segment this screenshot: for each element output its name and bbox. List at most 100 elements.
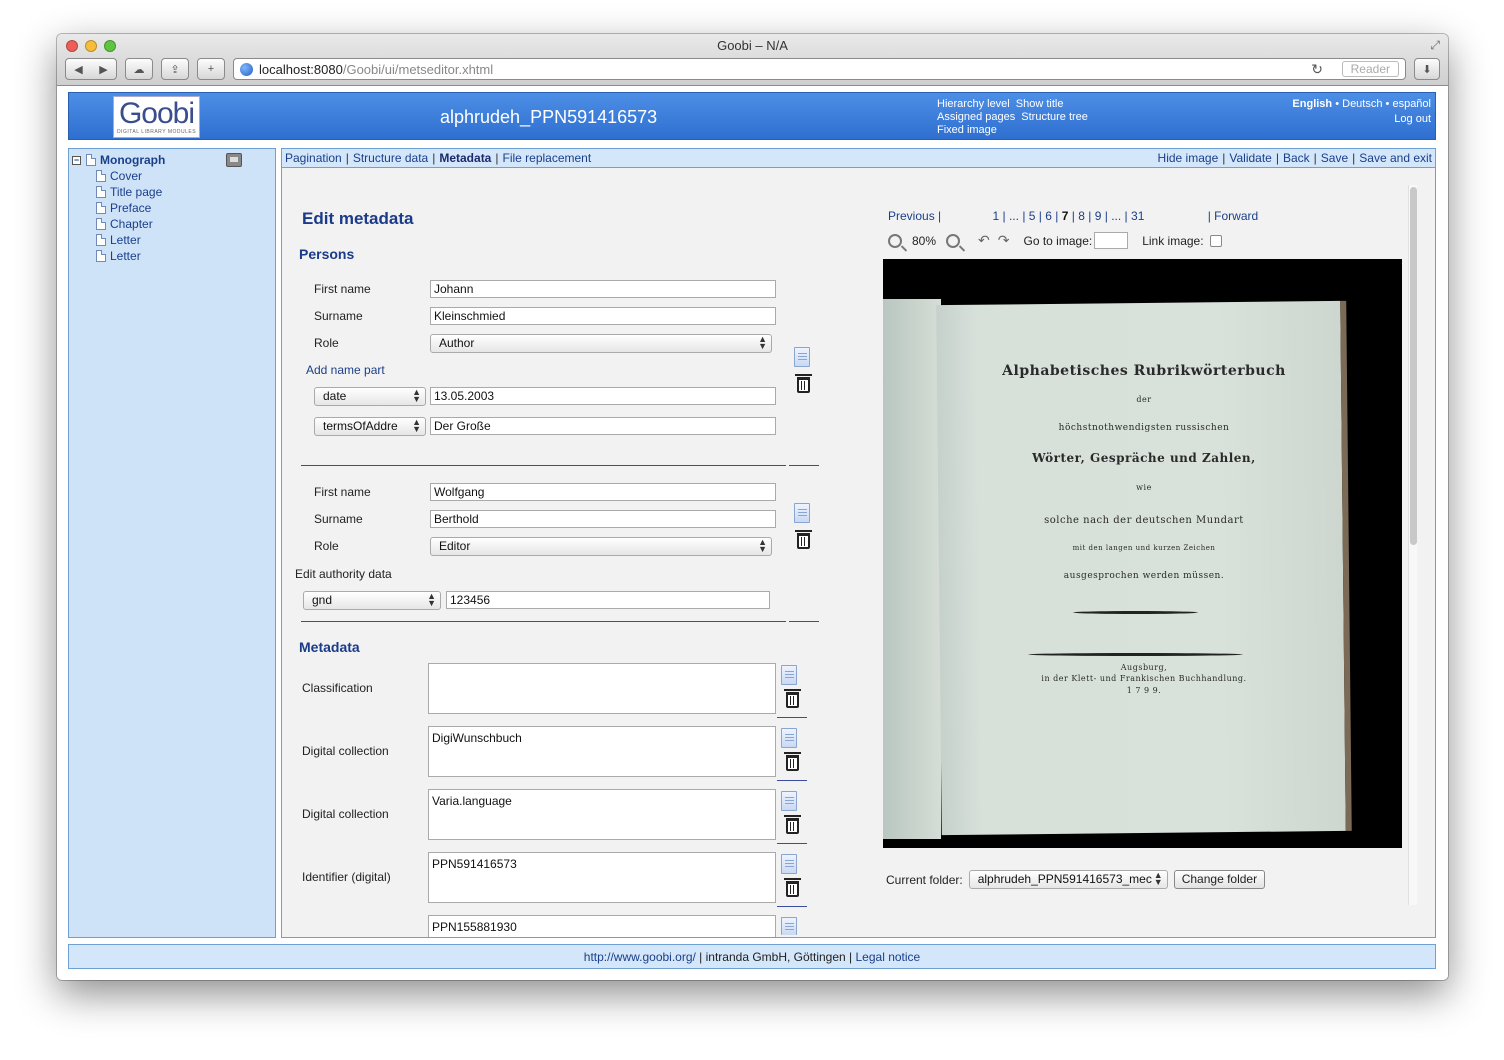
copy-metadata-icon[interactable] [781,728,797,748]
show-title-link[interactable]: Show title [1016,98,1064,111]
page-link[interactable]: 5 [1029,209,1036,223]
printer-icon[interactable] [226,153,242,167]
delete-metadata-icon[interactable] [784,752,801,771]
first-name-input[interactable]: Johann [430,280,776,298]
scan-line: 1 7 9 9. [1126,686,1162,695]
fullscreen-icon[interactable]: ⤢ [1430,38,1440,53]
role-select[interactable]: Author ▲ ▼ [430,334,772,353]
link-image-checkbox[interactable] [1209,234,1222,247]
link-image-label: Link image: [1142,233,1204,248]
back-forward-buttons[interactable]: ◀ ▶ [65,58,117,80]
language-deutsch[interactable]: Deutsch [1342,98,1382,110]
role-select[interactable]: Editor ▲ ▼ [430,537,772,556]
validate-link[interactable]: Validate [1229,151,1271,165]
tab-metadata[interactable]: Metadata [439,151,491,165]
save-and-exit-link[interactable]: Save and exit [1359,151,1432,165]
change-folder-button[interactable]: Change folder [1173,870,1266,889]
surname-input[interactable]: Berthold [430,510,776,528]
vertical-scrollbar[interactable] [1408,185,1417,905]
name-part-type-select[interactable]: date ▲ ▼ [314,387,426,406]
copy-metadata-icon[interactable] [781,665,797,685]
zoom-out-icon[interactable] [888,233,902,248]
address-bar[interactable]: localhost:8080/Goobi/ui/metseditor.xhtml… [233,58,1406,80]
tab-file-replacement[interactable]: File replacement [502,151,591,165]
copy-metadata-icon[interactable] [781,791,797,811]
logout-link[interactable]: Log out [1292,112,1431,127]
reader-button[interactable]: Reader [1341,61,1399,77]
fixed-image-link[interactable]: Fixed image [937,124,997,137]
page-scan-image[interactable]: Alphabetisches Rubrikwörterbuch der höch… [883,259,1402,848]
page-link[interactable]: 1 [992,209,999,223]
tree-node[interactable]: Letter [72,232,275,248]
icloud-tabs-button[interactable]: ☁ [125,58,153,80]
metadata-value-textarea[interactable]: DigiWunschbuch [428,726,776,777]
hierarchy-level-link[interactable]: Hierarchy level [937,98,1010,111]
new-tab-button[interactable]: + [197,58,225,80]
delete-person-icon[interactable] [795,530,812,549]
back-link[interactable]: Back [1283,151,1310,165]
add-name-part-link[interactable]: Add name part [306,363,385,377]
language-espanol[interactable]: español [1392,98,1431,110]
name-part-value-input[interactable]: Der Große [430,417,776,435]
copy-person-icon[interactable] [794,347,810,367]
current-folder-select[interactable]: alphrudeh_PPN591416573_mec ▲ ▼ [968,870,1168,889]
name-part-type-select[interactable]: termsOfAddre ▲ ▼ [314,417,426,436]
downloads-button[interactable]: ⬇ [1414,58,1440,80]
structure-tree-link[interactable]: Structure tree [1021,111,1088,124]
divider [777,843,807,844]
tree-node[interactable]: Cover [72,168,275,184]
goobi-logo[interactable]: Goobi DIGITAL LIBRARY MODULES [113,96,200,138]
goobi-website-link[interactable]: http://www.goobi.org/ [584,950,696,964]
metadata-value-textarea[interactable] [428,663,776,714]
metadata-value-textarea[interactable]: PPN155881930 [428,915,776,937]
metadata-value-textarea[interactable]: Varia.language [428,789,776,840]
tree-node[interactable]: Title page [72,184,275,200]
tree-node[interactable]: Letter [72,248,275,264]
rotate-right-icon[interactable]: ↷ [998,232,1010,249]
save-link[interactable]: Save [1321,151,1348,165]
reload-icon[interactable]: ↻ [1311,61,1323,78]
copy-metadata-icon[interactable] [781,917,797,935]
copy-person-icon[interactable] [794,503,810,523]
hide-image-link[interactable]: Hide image [1158,151,1219,165]
current-folder-value: alphrudeh_PPN591416573_mec [977,872,1152,886]
scrollbar-thumb[interactable] [1410,187,1417,545]
language-english[interactable]: English [1292,98,1332,110]
forward-link[interactable]: Forward [1214,209,1258,223]
tab-structure-data[interactable]: Structure data [353,151,428,165]
tree-node-monograph[interactable]: − Monograph [72,152,275,168]
legal-notice-link[interactable]: Legal notice [856,950,921,964]
assigned-pages-link[interactable]: Assigned pages [937,111,1015,124]
name-part-value-input[interactable]: 13.05.2003 [430,387,776,405]
forward-arrow-icon[interactable]: ▶ [99,63,107,76]
copy-metadata-icon[interactable] [781,854,797,874]
rotate-left-icon[interactable]: ↶ [978,232,990,249]
delete-metadata-icon[interactable] [784,878,801,897]
divider [789,465,819,466]
metadata-title: Metadata [299,639,360,655]
delete-metadata-icon[interactable] [784,689,801,708]
share-button[interactable]: ⇪ [161,58,189,80]
surname-input[interactable]: Kleinschmied [430,307,776,325]
page-link[interactable]: 6 [1045,209,1052,223]
back-arrow-icon[interactable]: ◀ [74,63,82,76]
first-name-input[interactable]: Wolfgang [430,483,776,501]
first-name-label: First name [314,485,371,499]
authority-type-select[interactable]: gnd ▲ ▼ [303,591,441,610]
go-to-image-input[interactable] [1094,232,1129,249]
role-value: Editor [439,539,471,553]
zoom-in-icon[interactable] [946,233,961,248]
tab-pagination[interactable]: Pagination [285,151,342,165]
page-link[interactable]: 8 [1078,209,1085,223]
authority-value-input[interactable]: 123456 [446,591,770,609]
page-link[interactable]: 9 [1095,209,1102,223]
previous-link[interactable]: Previous [888,209,935,223]
delete-person-icon[interactable] [795,374,812,393]
metadata-value-textarea[interactable]: PPN591416573 [428,852,776,903]
tree-node[interactable]: Preface [72,200,275,216]
surname-label: Surname [314,512,363,526]
collapse-icon[interactable]: − [72,155,81,165]
tree-node[interactable]: Chapter [72,216,275,232]
delete-metadata-icon[interactable] [784,815,801,834]
page-link[interactable]: 31 [1131,209,1144,223]
